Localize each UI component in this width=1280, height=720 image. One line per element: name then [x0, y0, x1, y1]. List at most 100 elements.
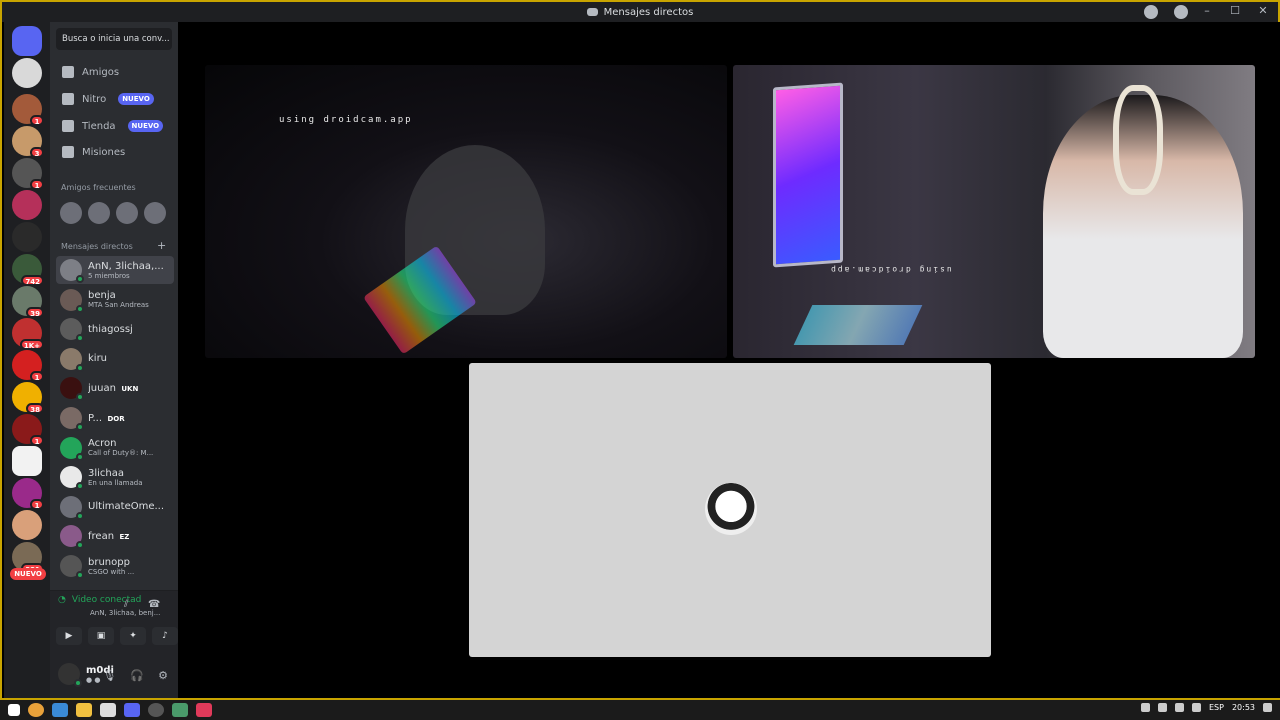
minimize-icon[interactable]: –	[1200, 4, 1214, 17]
screen-share-icon[interactable]: ▣	[88, 627, 114, 645]
voice-buttons: ▶ ▣ ✦ ♪	[56, 627, 178, 645]
video-feed-monitor	[773, 82, 843, 268]
server-icon[interactable]: 1	[12, 350, 44, 382]
server-icon[interactable]	[12, 58, 42, 88]
voice-status: ◔ Video conectad	[58, 595, 141, 605]
steam-icon[interactable]	[148, 703, 164, 717]
window-titlebar: Mensajes directos – ☐ ✕	[0, 0, 1280, 22]
server-icon[interactable]: 3	[12, 126, 44, 158]
avatar	[60, 347, 84, 372]
soundboard-icon[interactable]: ♪	[152, 627, 178, 645]
dm-subtitle: MTA San Andreas	[88, 301, 149, 310]
server-icon[interactable]: 1	[12, 158, 44, 190]
dm-item[interactable]: kiru	[56, 345, 174, 373]
dm-item[interactable]: juuan UKN	[56, 374, 174, 402]
avatar[interactable]	[116, 202, 138, 224]
windows-start-icon[interactable]	[8, 704, 20, 716]
dm-item[interactable]: AnN, 3lichaa,... 5 miembros	[56, 256, 174, 284]
close-icon[interactable]: ✕	[1256, 4, 1270, 17]
discord-icon[interactable]	[124, 703, 140, 717]
new-badge: NUEVO	[118, 93, 154, 105]
app-tray-icon[interactable]	[1191, 703, 1201, 712]
headphones-icon[interactable]: 🎧	[130, 669, 144, 682]
clock[interactable]: 20:53	[1232, 703, 1255, 712]
volume-icon[interactable]	[1157, 703, 1167, 712]
dm-item[interactable]: UltimateOme...	[56, 493, 174, 521]
video-tile[interactable]	[469, 363, 991, 657]
dm-item[interactable]: P... DOR	[56, 404, 174, 432]
avatar[interactable]	[60, 202, 82, 224]
nav-item-tienda[interactable]: Tienda NUEVO	[56, 114, 174, 138]
server-icon[interactable]: 1K+	[12, 318, 44, 350]
voice-panel: ◔ Video conectad AnN, 3lichaa, benj... ⫽…	[50, 590, 178, 698]
search-input[interactable]: Busca o inicia una conv...	[56, 28, 172, 50]
nav-label: Nitro	[82, 93, 107, 105]
status-indicator	[76, 275, 84, 283]
avatar[interactable]	[144, 202, 166, 224]
nav-item-misiones[interactable]: Misiones	[56, 140, 174, 164]
server-icon[interactable]: 1	[12, 414, 44, 446]
network-icon[interactable]	[1174, 703, 1184, 712]
dm-item[interactable]: benja MTA San Andreas	[56, 286, 174, 314]
activities-icon[interactable]: ✦	[120, 627, 146, 645]
server-icon[interactable]	[12, 510, 42, 540]
app-icon[interactable]	[196, 703, 212, 717]
store-icon[interactable]	[100, 703, 116, 717]
dm-name: AnN, 3lichaa,...	[88, 260, 164, 272]
avatar	[58, 663, 82, 687]
nav-label: Misiones	[82, 146, 126, 158]
dm-item[interactable]: frean EZ	[56, 522, 174, 550]
chevron-up-icon[interactable]	[1140, 703, 1150, 712]
dm-name: kiru	[88, 353, 108, 365]
status-indicator	[76, 393, 84, 402]
dm-item[interactable]: 3lichaa En una llamada	[56, 463, 174, 491]
server-icon[interactable]: 39	[12, 286, 44, 318]
dm-item[interactable]: Acron Call of Duty®: M...	[56, 434, 174, 462]
add-dm-icon[interactable]: +	[157, 239, 166, 252]
avatar	[60, 555, 84, 579]
video-tile[interactable]: using droidcam.app	[733, 65, 1255, 358]
dm-name: juuan UKN	[88, 382, 139, 394]
server-icon[interactable]: 1	[12, 94, 44, 126]
server-icon[interactable]: 742	[12, 254, 44, 286]
avatar[interactable]	[88, 202, 110, 224]
notifications-icon[interactable]	[1263, 703, 1272, 712]
noise-suppression-icon[interactable]: ⫽	[124, 599, 128, 610]
gear-icon[interactable]: ⚙	[158, 669, 168, 682]
server-icon[interactable]: 1	[12, 478, 44, 510]
disconnect-icon[interactable]: ☎	[148, 599, 160, 610]
dm-sidebar: Busca o inicia una conv... Amigos Nitro …	[50, 22, 178, 698]
server-icon[interactable]	[12, 190, 42, 220]
app-icon[interactable]	[172, 703, 188, 717]
server-icon[interactable]	[12, 222, 42, 252]
help-icon[interactable]	[1174, 5, 1188, 19]
folder-icon[interactable]	[76, 703, 92, 717]
chrome-icon[interactable]	[28, 703, 44, 717]
avatar	[60, 288, 84, 313]
nav-item-nitro[interactable]: Nitro NUEVO	[56, 87, 174, 111]
app-icon[interactable]	[52, 703, 68, 717]
inbox-icon[interactable]	[1144, 5, 1158, 19]
server-badge: 3	[30, 147, 44, 158]
dm-name: Acron	[88, 438, 117, 450]
nav-item-amigos[interactable]: Amigos	[56, 60, 174, 84]
camera-icon[interactable]: ▶	[56, 627, 82, 645]
status-indicator	[76, 541, 84, 550]
nav-label: Amigos	[82, 66, 120, 78]
language-indicator[interactable]: ESP	[1209, 703, 1224, 712]
microphone-icon[interactable]: 🎙	[102, 669, 116, 682]
section-direct-messages: Mensajes directos	[61, 242, 133, 251]
voice-channel-members: AnN, 3lichaa, benj...	[90, 609, 160, 617]
signal-icon[interactable]: ◔	[58, 595, 66, 605]
avatar	[60, 436, 84, 461]
maximize-icon[interactable]: ☐	[1228, 4, 1242, 17]
clan-tag: DOR	[105, 414, 125, 423]
dm-item[interactable]: thiagossj	[56, 315, 174, 343]
server-icon[interactable]: 38	[12, 382, 44, 414]
server-badge: 1	[30, 371, 44, 382]
home-button[interactable]	[12, 26, 42, 56]
app-frame: 1 3 1 742 39 1K+ 1 38 1 1 321 NUEVO Busc…	[0, 22, 1280, 698]
dm-item[interactable]: brunopp CSGO with ...	[56, 552, 174, 580]
video-tile[interactable]: using droidcam.app	[205, 65, 727, 358]
server-icon[interactable]	[12, 446, 42, 476]
